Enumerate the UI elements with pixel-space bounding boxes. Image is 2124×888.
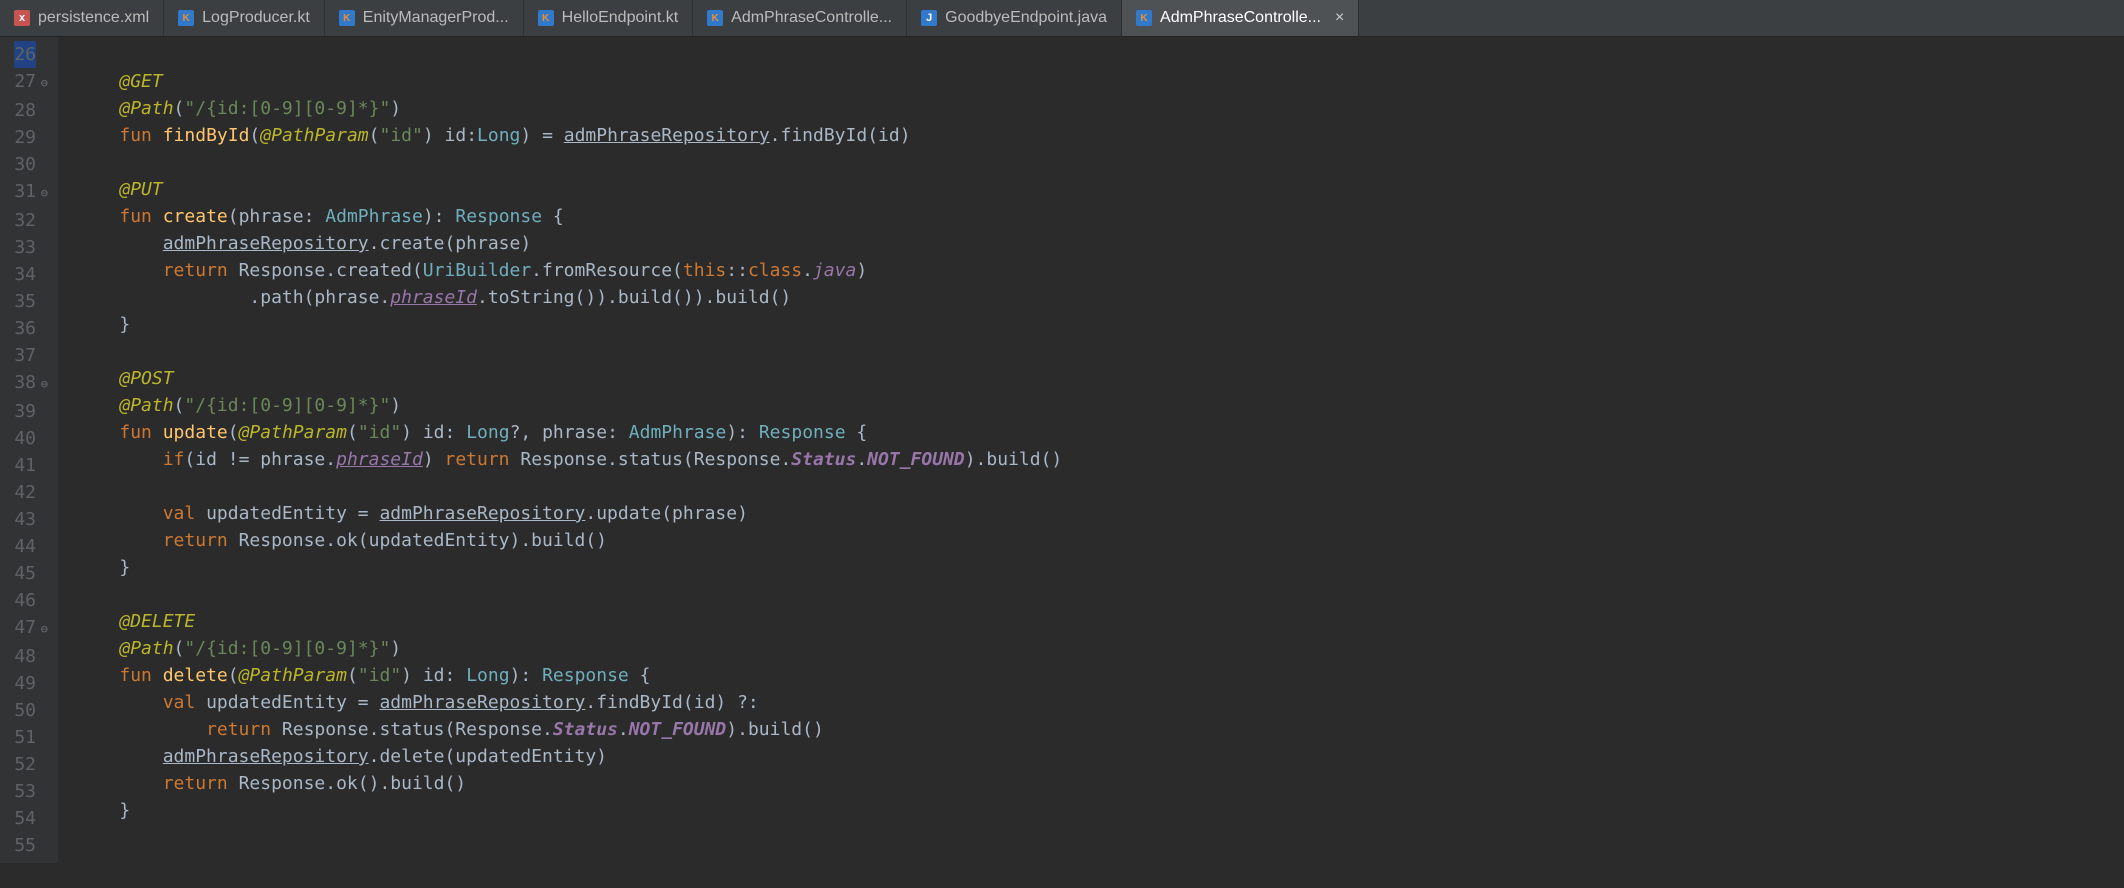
gutter: 2627⊖28293031⊖32333435363738⊖39404142434… (0, 37, 58, 863)
tab-label: LogProducer.kt (202, 9, 310, 27)
kotlin-file-icon: K (707, 10, 723, 26)
tab-admphrasecontroller-kt[interactable]: K AdmPhraseControlle... (693, 0, 907, 36)
tab-logproducer-kt[interactable]: K LogProducer.kt (164, 0, 325, 36)
editor: 2627⊖28293031⊖32333435363738⊖39404142434… (0, 37, 2124, 863)
tab-helloendpoint-kt[interactable]: K HelloEndpoint.kt (524, 0, 694, 36)
xml-file-icon: x (14, 10, 30, 26)
java-file-icon: J (921, 10, 937, 26)
kotlin-file-icon: K (538, 10, 554, 26)
tab-entitymanagerprod-kt[interactable]: K EnityManagerProd... (325, 0, 524, 36)
tab-label: GoodbyeEndpoint.java (945, 9, 1107, 27)
tab-label: EnityManagerProd... (363, 9, 509, 27)
tab-bar: x persistence.xml K LogProducer.kt K Eni… (0, 0, 2124, 37)
kotlin-file-icon: K (178, 10, 194, 26)
kotlin-file-icon: K (1136, 10, 1152, 26)
kotlin-file-icon: K (339, 10, 355, 26)
tab-label: AdmPhraseControlle... (731, 9, 892, 27)
tab-label: HelloEndpoint.kt (562, 9, 679, 27)
tab-goodbyeendpoint-java[interactable]: J GoodbyeEndpoint.java (907, 0, 1122, 36)
tab-label: persistence.xml (38, 9, 149, 27)
tab-persistence-xml[interactable]: x persistence.xml (0, 0, 164, 36)
code-area[interactable]: @GET @Path("/{id:[0-9][0-9]*}") fun find… (58, 37, 1062, 863)
close-icon[interactable]: × (1335, 9, 1344, 27)
tab-label: AdmPhraseControlle... (1160, 9, 1321, 27)
tab-admphrasecontroller-active[interactable]: K AdmPhraseControlle... × (1122, 0, 1359, 36)
